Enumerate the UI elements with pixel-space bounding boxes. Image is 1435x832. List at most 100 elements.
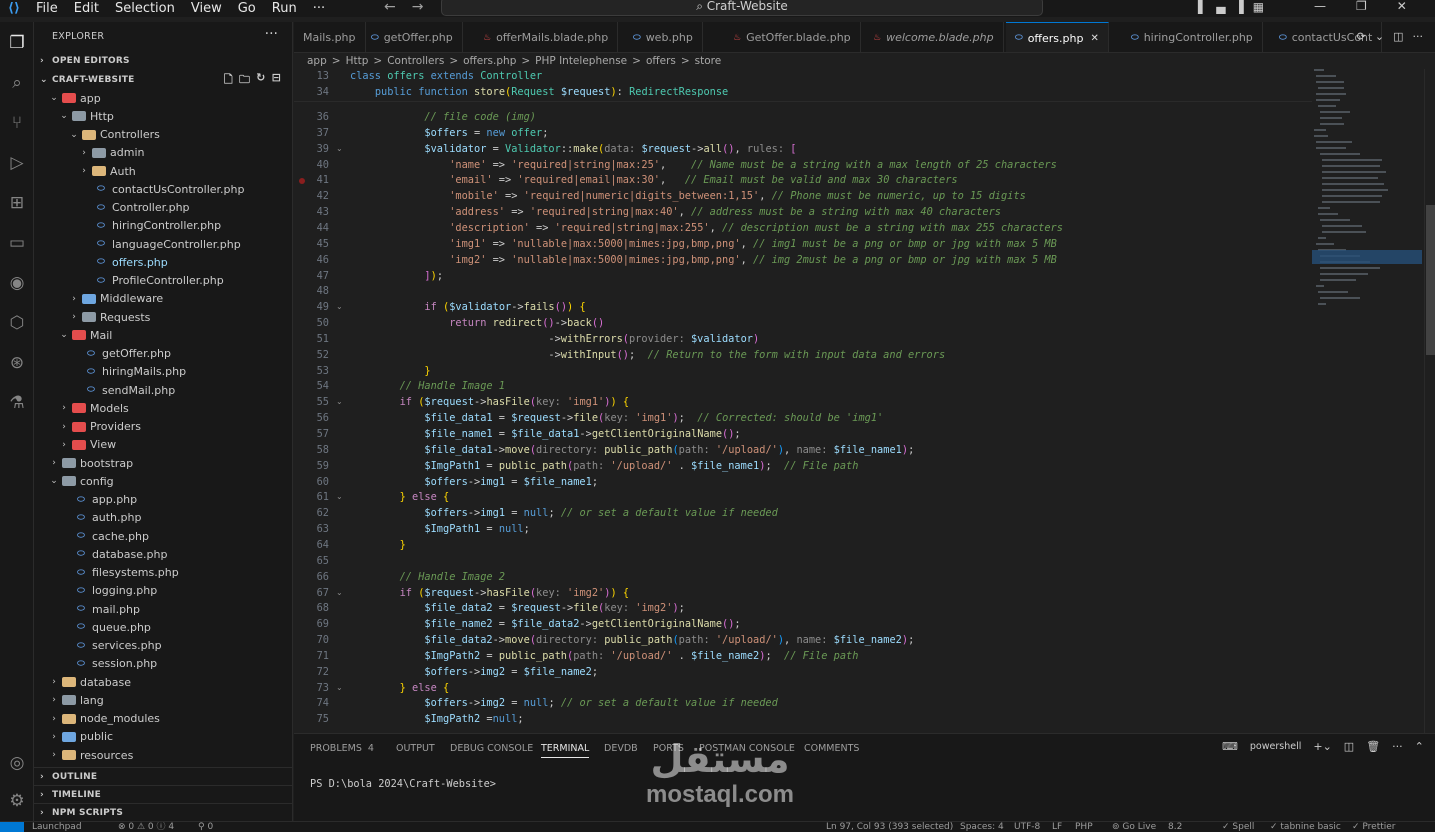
tree-folder-admin[interactable]: › admin [34,144,292,162]
outline-section[interactable]: › OUTLINE [34,767,293,785]
tree-folder-providers[interactable]: › Providers [34,418,292,436]
breadcrumb-item[interactable]: Http [346,55,369,67]
toggle-panel-icon[interactable]: ▄ [1216,0,1225,14]
maximize-panel-icon[interactable]: ⌃ [1415,740,1424,753]
source-control-icon[interactable]: ⑂ [4,110,30,136]
menu-go[interactable]: Go [230,1,264,16]
tree-file-getoffer-php[interactable]: ⬭ getOffer.php [34,345,292,363]
tree-folder-resources[interactable]: › resources [34,746,292,764]
close-tab-icon[interactable]: ✕ [1090,33,1098,44]
launchpad-item[interactable]: Launchpad [32,822,82,832]
search-icon[interactable]: ⌕ [4,70,30,96]
terminal-prompt[interactable]: PS D:\bola 2024\Craft-Website> [310,778,496,790]
close-window-icon[interactable]: ✕ [1397,0,1407,13]
tree-folder-database[interactable]: › database [34,673,292,691]
tree-file-services-php[interactable]: ⬭ services.php [34,637,292,655]
menu-selection[interactable]: Selection [107,1,183,16]
split-terminal-icon[interactable]: ◫ [1344,740,1354,753]
panel-tab-problems[interactable]: PROBLEMS 4 [310,743,374,754]
tree-file-filesystems-php[interactable]: ⬭ filesystems.php [34,564,292,582]
tab-offermails-blade-php[interactable]: ♨ offerMails.blade.php [474,22,619,52]
tree-file-hiringcontroller-php[interactable]: ⬭ hiringController.php [34,217,292,235]
tree-folder-controllers[interactable]: ⌄ Controllers [34,126,292,144]
tree-file-contactuscontroller-php[interactable]: ⬭ contactUsController.php [34,180,292,198]
tree-folder-middleware[interactable]: › Middleware [34,290,292,308]
tree-file-database-php[interactable]: ⬭ database.php [34,545,292,563]
gitlens-icon[interactable]: ◉ [4,270,30,296]
indentation[interactable]: Spaces: 4 [960,822,1004,832]
tree-folder-public[interactable]: › public [34,728,292,746]
settings-gear-icon[interactable]: ⚙ [4,788,30,814]
back-arrow-icon[interactable]: ← [384,0,396,14]
chevron-down-icon[interactable]: ⌄ [1375,30,1384,43]
new-terminal-icon[interactable]: +⌄ [1313,740,1331,753]
tree-file-profilecontroller-php[interactable]: ⬭ ProfileController.php [34,272,292,290]
tab-hiringcontroller-php[interactable]: ⬭ hiringController.php [1122,22,1263,52]
extensions-icon[interactable]: ⊞ [4,190,30,216]
tab-offers-php[interactable]: ⬭ offers.php ✕ [1006,22,1109,52]
minimize-icon[interactable]: — [1314,0,1326,13]
remote-indicator-icon[interactable] [0,822,24,832]
more-actions-icon[interactable]: ··· [1413,30,1424,43]
tree-folder-config[interactable]: ⌄ config [34,472,292,490]
problems-item[interactable]: ⊗ 0 ⚠ 0 ⓘ 4 [118,822,174,832]
new-file-icon[interactable]: 🗋 [224,71,233,90]
kill-terminal-icon[interactable]: 🗑 [1366,740,1380,753]
fold-chevron-icon[interactable]: ⌄ [336,397,343,406]
encoding[interactable]: UTF-8 [1014,822,1040,832]
split-editor-icon[interactable]: ◫ [1393,30,1403,43]
cursor-position[interactable]: Ln 97, Col 93 (393 selected) [826,822,953,832]
breadcrumb-item[interactable]: Controllers [387,55,444,67]
code-editor[interactable]: 36 // file code (img) 37 $offers = new of… [294,69,1435,733]
forward-arrow-icon[interactable]: → [412,0,424,14]
npm-scripts-section[interactable]: › NPM SCRIPTS [34,803,293,821]
project-section[interactable]: ⌄ CRAFT-WEBSITE 🗋 🗀 ↻ ⊟ [34,71,293,89]
minimap[interactable] [1312,69,1424,349]
run-debug-icon[interactable]: ▷ [4,150,30,176]
tree-file-cache-php[interactable]: ⬭ cache.php [34,527,292,545]
php-version[interactable]: 8.2 [1168,822,1182,832]
tab-web-php[interactable]: ⬭ web.php [624,22,703,52]
tree-folder-node_modules[interactable]: › node_modules [34,710,292,728]
timeline-section[interactable]: › TIMELINE [34,785,293,803]
tree-folder-lang[interactable]: › lang [34,691,292,709]
breadcrumb-item[interactable]: PHP Intelephense [535,55,627,67]
prettier[interactable]: ✓ Prettier [1352,822,1396,832]
tabnine[interactable]: ✓ tabnine basic [1270,822,1341,832]
go-live[interactable]: ⊚ Go Live [1112,822,1156,832]
restore-icon[interactable]: ❐ [1356,0,1367,13]
tree-file-mail-php[interactable]: ⬭ mail.php [34,600,292,618]
tree-file-queue-php[interactable]: ⬭ queue.php [34,618,292,636]
fold-chevron-icon[interactable]: ⌄ [336,302,343,311]
collapse-all-icon[interactable]: ⊟ [272,71,281,90]
scrollbar-thumb[interactable] [1426,205,1435,355]
toggle-secondary-sidebar-icon[interactable]: ▐ [1234,0,1243,14]
fold-chevron-icon[interactable]: ⌄ [336,144,343,153]
tree-file-sendmail-php[interactable]: ⬭ sendMail.php [34,381,292,399]
tab-welcome-blade-php[interactable]: ♨ welcome.blade.php [864,22,1004,52]
tree-file-languagecontroller-php[interactable]: ⬭ languageController.php [34,235,292,253]
breadcrumb-item[interactable]: store [695,55,722,67]
fold-chevron-icon[interactable]: ⌄ [336,683,343,692]
tree-file-controller-php[interactable]: ⬭ Controller.php [34,199,292,217]
tree-folder-mail[interactable]: ⌄ Mail [34,326,292,344]
toggle-primary-sidebar-icon[interactable]: ▌ [1198,0,1207,14]
tree-folder-bootstrap[interactable]: › bootstrap [34,454,292,472]
customize-layout-icon[interactable]: ▦ [1253,0,1264,14]
tab-getoffer-blade-php[interactable]: ♨ GetOffer.blade.php [724,22,861,52]
language-mode[interactable]: PHP [1075,822,1093,832]
git-graph-icon[interactable]: ⊛ [4,350,30,376]
end-of-line[interactable]: LF [1052,822,1062,832]
tree-file-auth-php[interactable]: ⬭ auth.php [34,509,292,527]
fold-chevron-icon[interactable]: ⌄ [336,492,343,501]
refresh-icon[interactable]: ↻ [256,71,265,90]
menu-edit[interactable]: Edit [66,1,107,16]
containers-icon[interactable]: ⬡ [4,310,30,336]
tree-folder-requests[interactable]: › Requests [34,308,292,326]
panel-tab-terminal[interactable]: TERMINAL [541,743,590,758]
spell-check[interactable]: ✓ Spell [1222,822,1254,832]
breadcrumb-item[interactable]: offers [646,55,676,67]
tree-file-app-php[interactable]: ⬭ app.php [34,491,292,509]
more-actions-icon[interactable]: ··· [1392,740,1403,753]
account-icon[interactable]: ◎ [4,750,30,776]
